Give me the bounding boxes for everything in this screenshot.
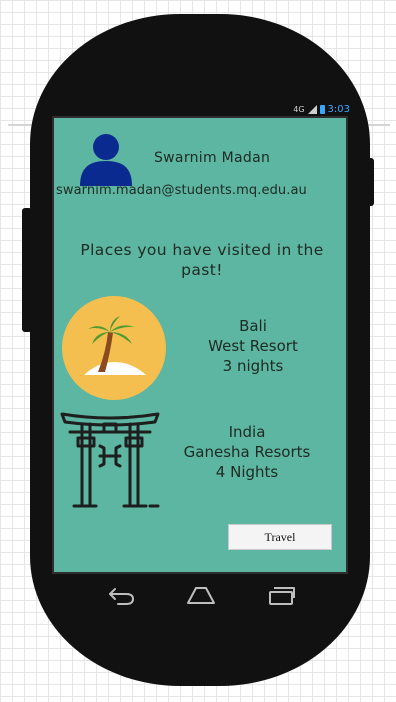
place-resort: West Resort	[208, 337, 298, 355]
guide-line-left	[8, 124, 32, 126]
place-card-india: India Ganesha Resorts 4 Nights	[162, 422, 332, 482]
signal-icon	[307, 104, 317, 114]
battery-icon	[319, 104, 325, 114]
signal-indicator: 4G	[293, 104, 305, 114]
volume-button	[22, 208, 32, 332]
status-bar: 4G 3:03	[52, 102, 350, 116]
recent-apps-icon[interactable]	[266, 584, 296, 606]
place-stay: 4 Nights	[215, 463, 279, 481]
home-icon[interactable]	[186, 584, 216, 606]
user-email: swarnim.madan@students.mq.edu.au	[56, 183, 307, 198]
palm-island-icon	[62, 296, 166, 400]
travel-button[interactable]: Travel	[228, 524, 332, 550]
guide-line-right	[368, 124, 390, 126]
place-stay: 3 nights	[222, 357, 284, 375]
power-button	[366, 158, 374, 206]
place-card-bali: Bali West Resort 3 nights	[168, 316, 338, 376]
user-avatar-icon	[80, 134, 132, 186]
torii-gate-icon	[60, 412, 160, 508]
status-time: 3:03	[327, 103, 350, 115]
app-screen: Swarnim Madan swarnim.madan@students.mq.…	[52, 116, 348, 574]
place-country: India	[228, 423, 266, 441]
user-name: Swarnim Madan	[154, 150, 271, 166]
back-icon[interactable]	[106, 584, 136, 606]
place-country: Bali	[239, 317, 267, 335]
place-resort: Ganesha Resorts	[183, 443, 311, 461]
visited-places-heading: Places you have visited in the past!	[80, 241, 324, 279]
